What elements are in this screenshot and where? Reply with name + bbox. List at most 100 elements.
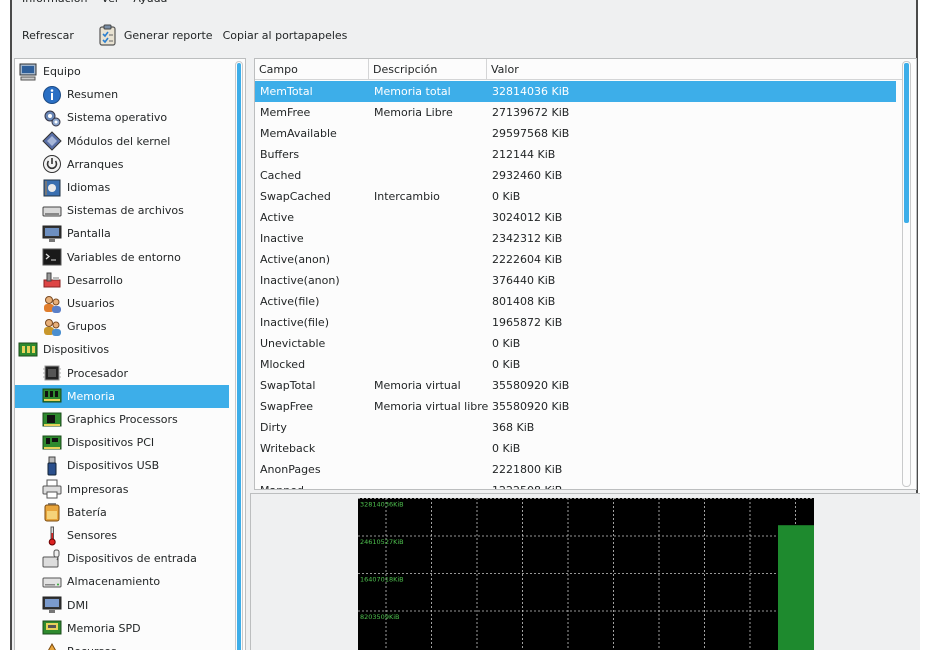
sidebar-scrollbar-thumb[interactable] [237,63,241,650]
cell-descripcion [369,165,487,186]
sidebar-item-label: Batería [67,505,107,519]
table-row[interactable]: Active(anon) 2222604 KiB [255,249,896,270]
sidebar-item-graphics-processors[interactable]: Graphics Processors [15,408,229,431]
cell-campo: SwapTotal [260,379,316,392]
table-row[interactable]: Inactive 2342312 KiB [255,228,896,249]
table-row[interactable]: Inactive(anon) 376440 KiB [255,270,896,291]
sidebar-item-grupos[interactable]: Grupos [15,315,229,338]
table-row[interactable]: Inactive(file) 1965872 KiB [255,312,896,333]
table-row[interactable]: Unevictable 0 KiB [255,333,896,354]
sidebar-item-variables-de-entorno[interactable]: Variables de entorno [15,246,229,269]
copy-clipboard-button[interactable]: Copiar al portapapeles [219,22,352,48]
sidebar-item-label: Variables de entorno [67,250,181,264]
sidebar-item-idiomas[interactable]: Idiomas [15,176,229,199]
table-row[interactable]: MemFree Memoria Libre 27139672 KiB [255,102,896,123]
usb-icon [47,456,57,476]
cell-descripcion [369,312,487,333]
sidebar-item-memoria-spd[interactable]: Memoria SPD [15,617,229,640]
cell-descripcion: Memoria Libre [374,106,453,119]
table-row[interactable]: Mapped 1222508 KiB [255,480,896,489]
cell-descripcion [369,354,487,375]
storage-icon [42,577,62,588]
sidebar-item-usuarios[interactable]: Usuarios [15,292,229,315]
sidebar-item-sistemas-de-archivos[interactable]: Sistemas de archivos [15,199,229,222]
sidebar-item-dmi[interactable]: DMI [15,594,229,617]
sidebar-item-dispositivos-de-entrada[interactable]: Dispositivos de entrada [15,547,229,570]
cell-valor: 3024012 KiB [492,211,563,224]
table-row[interactable]: MemTotal Memoria total 32814036 KiB [255,81,896,102]
cell-valor: 0 KiB [492,190,521,203]
cell-descripcion [369,249,487,270]
sidebar-item-impresoras[interactable]: Impresoras [15,478,229,501]
cell-valor: 27139672 KiB [492,106,570,119]
menu-ver[interactable]: Ver [101,0,119,8]
memory-usage-graph: 32814036KiB 24610527KiB 16407018KiB 8203509… [358,498,814,650]
table-row[interactable]: Mlocked 0 KiB [255,354,896,375]
refresh-label: Refrescar [22,28,74,42]
sidebar-item-label: Módulos del kernel [67,134,171,148]
sidebar-item-label: Recursos [67,645,117,650]
table-row[interactable]: Cached 2932460 KiB [255,165,896,186]
table-row[interactable]: SwapCached Intercambio 0 KiB [255,186,896,207]
info-icon [43,85,61,104]
cell-descripcion [369,333,487,354]
cell-campo: Inactive(file) [260,316,329,329]
cell-descripcion [369,291,487,312]
table-row[interactable]: Active(file) 801408 KiB [255,291,896,312]
sidebar-item-label: Memoria [67,389,116,403]
thermometer-icon [48,526,56,545]
cell-descripcion: Memoria virtual libre [374,400,489,413]
sidebar-item-label: Graphics Processors [67,413,178,426]
sidebar-item-label: DMI [67,598,89,612]
sidebar-item-sistema-operativo[interactable]: Sistema operativo [15,106,229,129]
column-header-descripcion[interactable]: Descripción [369,59,487,79]
sidebar-item-equipo[interactable]: Equipo [15,60,229,83]
sidebar-item-recursos[interactable]: Recursos [15,640,229,650]
menu-informacion[interactable]: Información [22,0,87,8]
sidebar-item-resumen[interactable]: Resumen [15,83,229,106]
sidebar-scrollbar[interactable] [235,61,243,650]
sidebar-item-label: Sistema operativo [67,111,168,125]
sidebar-item-pantalla[interactable]: Pantalla [15,222,229,245]
sidebar-item-batería[interactable]: Batería [15,501,229,524]
cell-descripcion [369,228,487,249]
memory-icon [42,388,62,403]
sidebar-item-label: Dispositivos de entrada [67,552,197,566]
sidebar-item-procesador[interactable]: Procesador [15,362,229,385]
sidebar-item-almacenamiento[interactable]: Almacenamiento [15,570,229,593]
table-row[interactable]: AnonPages 2221800 KiB [255,459,896,480]
table-row[interactable]: Active 3024012 KiB [255,207,896,228]
generate-report-button[interactable]: Generar reporte [94,22,217,48]
graph-scale-label: 32814036KiB [360,501,404,509]
cell-descripcion [369,417,487,438]
sidebar-item-label: Arranques [67,157,124,171]
sidebar-item-desarrollo[interactable]: Desarrollo [15,269,229,292]
sidebar-item-arranques[interactable]: Arranques [15,153,229,176]
refresh-button[interactable]: Refrescar [18,22,78,48]
module-icon [42,131,62,151]
sidebar-item-dispositivos[interactable]: Dispositivos [15,338,229,361]
table-row[interactable]: SwapTotal Memoria virtual 35580920 KiB [255,375,896,396]
table-scrollbar[interactable] [902,61,911,487]
column-header-campo[interactable]: Campo [255,59,369,79]
sidebar-item-sensores[interactable]: Sensores [15,524,229,547]
sidebar-item-label: Resumen [67,88,119,102]
cell-campo: MemTotal [260,85,313,98]
column-header-valor[interactable]: Valor [487,59,903,79]
table-row[interactable]: MemAvailable 29597568 KiB [255,123,896,144]
flag-icon [43,179,61,196]
menu-ayuda[interactable]: Ayuda [133,0,167,8]
memory-table: Campo Descripción Valor MemTotal Memoria … [254,58,917,490]
cell-descripcion [369,438,487,459]
table-row[interactable]: Writeback 0 KiB [255,438,896,459]
sidebar-item-memoria[interactable]: Memoria [15,384,229,408]
sidebar-item-módulos-del-kernel[interactable]: Módulos del kernel [15,130,229,153]
table-row[interactable]: SwapFree Memoria virtual libre 35580920 Ki… [255,396,896,417]
table-row[interactable]: Buffers 212144 KiB [255,144,896,165]
printer-icon [42,479,62,499]
table-scrollbar-thumb[interactable] [904,63,909,223]
sidebar-item-dispositivos-usb[interactable]: Dispositivos USB [15,454,229,477]
table-row[interactable]: Dirty 368 KiB [255,417,896,438]
spd-icon [42,620,62,635]
sidebar-item-dispositivos-pci[interactable]: Dispositivos PCI [15,431,229,454]
